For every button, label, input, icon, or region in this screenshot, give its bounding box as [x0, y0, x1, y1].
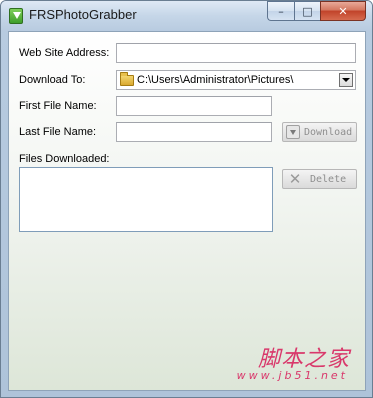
- app-download-icon: [9, 8, 23, 24]
- app-window: FRSPhotoGrabber – □ ✕ Web Site Address: …: [0, 0, 373, 398]
- web-site-address-label: Web Site Address:: [19, 47, 110, 59]
- last-file-name-label: Last File Name:: [19, 126, 97, 138]
- delete-button[interactable]: ✕ Delete: [282, 169, 357, 189]
- delete-x-icon: ✕: [288, 170, 302, 188]
- first-file-name-label: First File Name:: [19, 100, 97, 112]
- delete-button-label: Delete: [310, 173, 347, 185]
- download-to-select[interactable]: C:\Users\Administrator\Pictures\: [116, 70, 356, 90]
- download-to-value: C:\Users\Administrator\Pictures\: [137, 74, 294, 86]
- download-button-label: Download: [304, 126, 353, 138]
- web-site-address-input[interactable]: [116, 43, 356, 63]
- files-downloaded-list[interactable]: [19, 167, 273, 232]
- close-button[interactable]: ✕: [320, 1, 366, 21]
- download-button[interactable]: Download: [282, 122, 357, 142]
- title-bar[interactable]: FRSPhotoGrabber – □ ✕: [1, 1, 372, 31]
- watermark-url: www.jb51.net: [236, 369, 348, 382]
- files-downloaded-label: Files Downloaded:: [19, 153, 110, 165]
- chevron-down-icon[interactable]: [339, 73, 353, 87]
- window-title: FRSPhotoGrabber: [29, 7, 137, 22]
- download-to-label: Download To:: [19, 74, 86, 86]
- caption-buttons: – □ ✕: [267, 1, 366, 21]
- download-icon: [286, 125, 300, 139]
- maximize-button[interactable]: □: [294, 1, 320, 21]
- folder-icon: [120, 71, 134, 86]
- last-file-name-input[interactable]: [116, 122, 272, 142]
- minimize-button[interactable]: –: [267, 1, 294, 21]
- first-file-name-input[interactable]: [116, 96, 272, 116]
- form-client-area: Web Site Address: Download To: C:\Users\…: [8, 31, 366, 391]
